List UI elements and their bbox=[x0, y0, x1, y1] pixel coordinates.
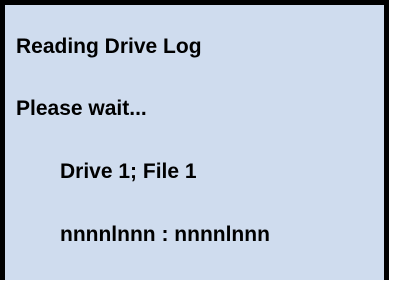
drive-log-screen: Reading Drive Log Please wait... Drive 1… bbox=[0, 0, 389, 280]
screen-title: Reading Drive Log bbox=[16, 35, 202, 58]
status-text: Please wait... bbox=[16, 97, 147, 120]
progress-counter: nnnnlnnn : nnnnlnnn bbox=[60, 223, 270, 246]
drive-file-label: Drive 1; File 1 bbox=[60, 160, 197, 183]
